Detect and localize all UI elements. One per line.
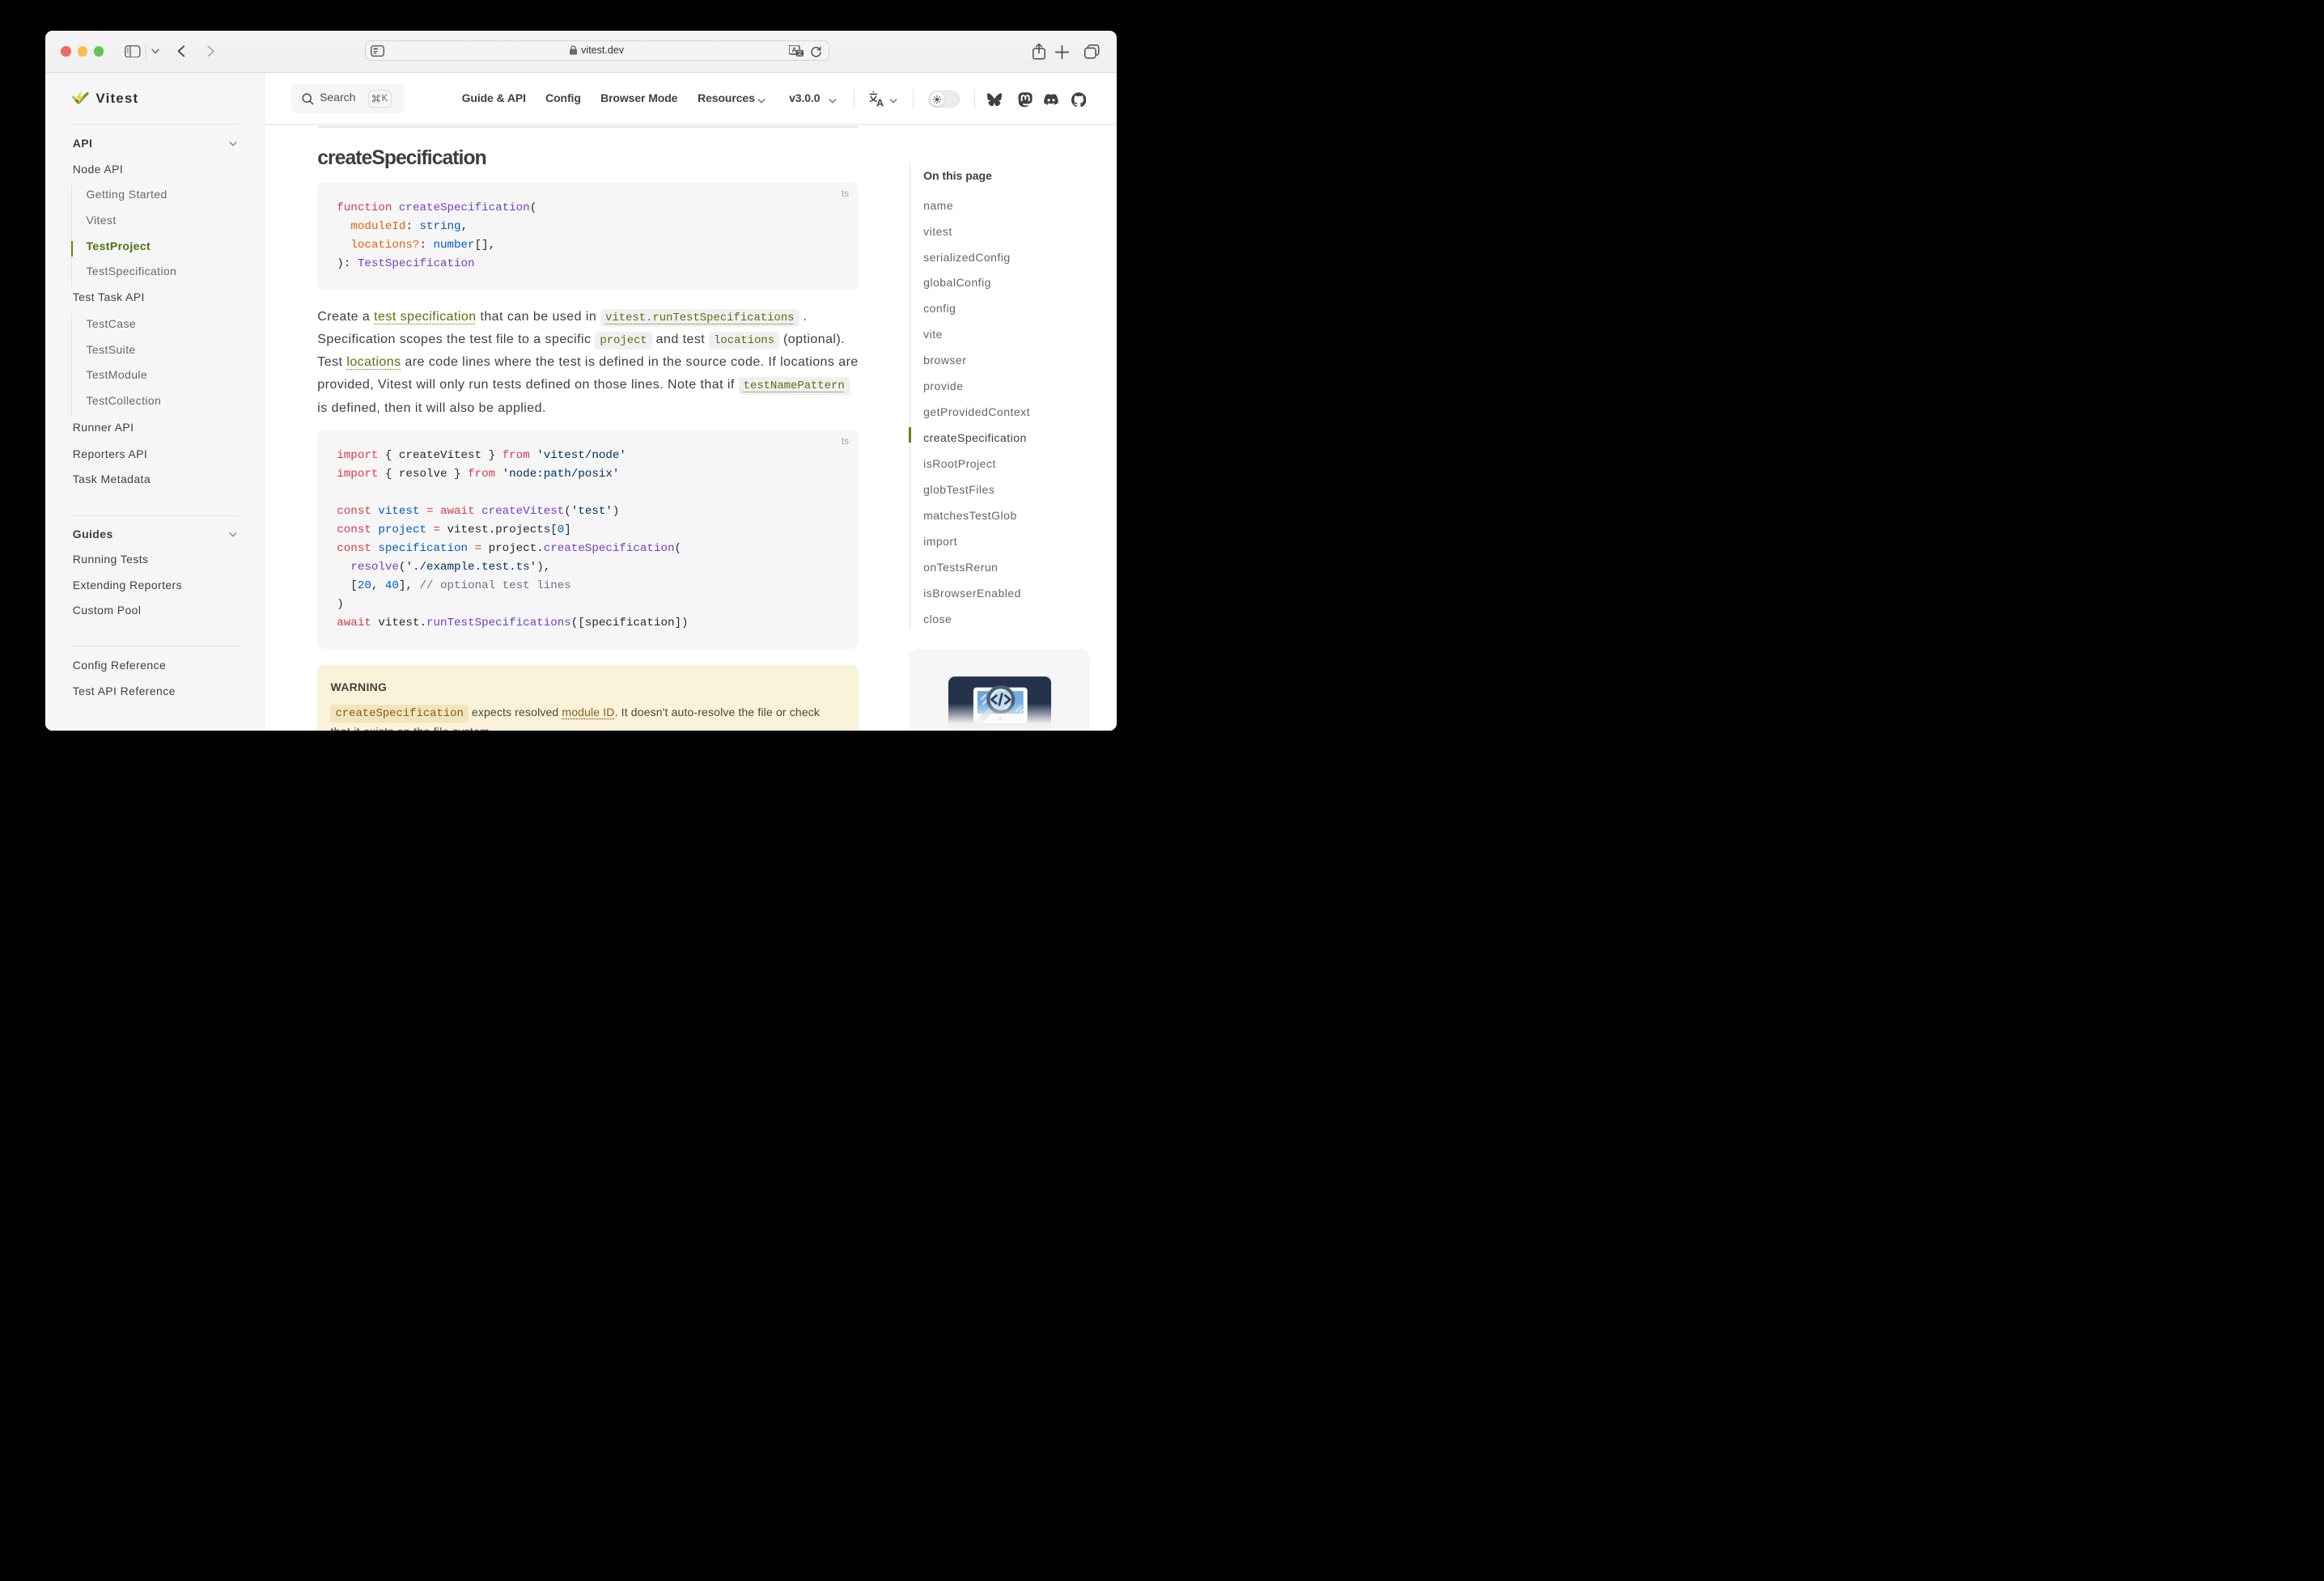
svg-text:文: 文	[797, 49, 803, 57]
svg-text:A: A	[876, 98, 884, 108]
